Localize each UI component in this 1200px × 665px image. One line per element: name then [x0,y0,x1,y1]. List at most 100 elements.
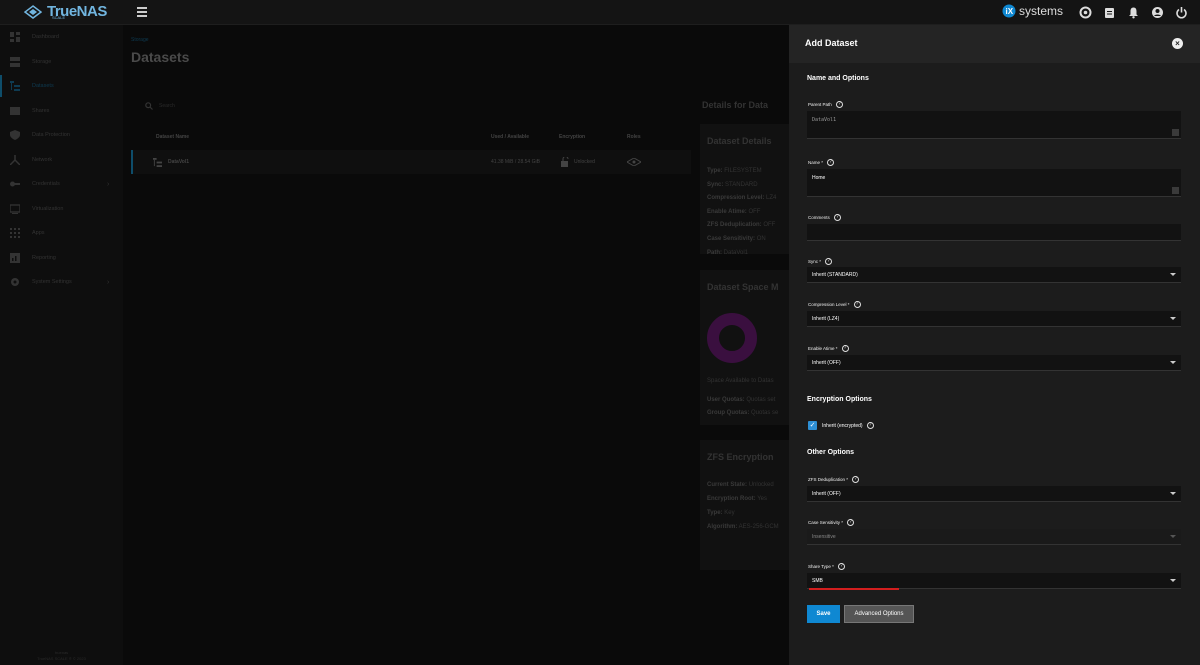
ix-systems-logo[interactable]: iX systems [1002,4,1063,18]
chevron-right-icon: › [107,180,110,188]
column-header-encryption[interactable]: Encryption [559,134,585,140]
sidebar-item-label: Apps [32,230,45,236]
sidebar-item-reporting[interactable]: Reporting [0,247,123,269]
sidebar-item-network[interactable]: Network [0,149,123,171]
column-header-name[interactable]: Dataset Name [156,134,189,140]
chevron-right-icon: › [107,278,110,286]
reporting-icon [10,253,20,263]
dropdown-arrow-icon [1170,579,1176,582]
clipboard-icon[interactable] [1103,6,1116,19]
hamburger-menu-icon[interactable] [137,7,147,17]
column-header-roles[interactable]: Roles [627,134,641,140]
top-bar: TrueNAS SCALE iX systems [0,0,1200,25]
resize-handle[interactable] [1172,129,1179,136]
bell-icon[interactable] [1127,6,1140,19]
help-icon[interactable]: ? [835,101,843,108]
dataset-tree-icon [153,158,162,167]
panel-header: Add Dataset × [789,25,1200,63]
advanced-options-button[interactable]: Advanced Options [844,605,914,623]
power-icon[interactable] [1175,6,1188,19]
compression-select[interactable]: Inherit (LZ4) [807,311,1181,327]
help-icon[interactable]: ? [866,422,874,429]
share-type-label: Share Type *? [808,563,845,570]
section-encryption-options: Encryption Options [807,396,872,403]
dropdown-arrow-icon [1170,535,1176,538]
sidebar-item-virtualization[interactable]: Virtualization [0,198,123,220]
sync-select[interactable]: Inherit (STANDARD) [807,267,1181,283]
sidebar-item-shares[interactable]: Shares [0,100,123,122]
sidebar-item-dashboard[interactable]: Dashboard [0,26,123,48]
sidebar-item-data-protection[interactable]: Data Protection [0,124,123,146]
monitor-icon [10,204,20,214]
help-icon[interactable]: ? [853,301,861,308]
card-title: Dataset Details [707,136,772,146]
footer-copyright[interactable]: TrueNAS SCALE ® © 2023 [0,656,123,662]
add-dataset-panel: Add Dataset × Name and Options Parent Pa… [789,25,1200,665]
user-quotas: User Quotas: Quotas set [707,397,776,403]
save-button[interactable]: Save [807,605,840,623]
breadcrumb[interactable]: Storage [131,37,149,43]
help-icon[interactable]: ? [833,214,841,221]
sidebar-item-storage[interactable]: Storage [0,51,123,73]
help-icon[interactable]: ? [837,563,845,570]
sidebar-item-label: Virtualization [32,206,64,212]
detail-path: Path: DataVol1 [707,250,749,256]
network-icon [10,155,20,165]
help-icon[interactable]: ? [827,159,835,166]
sidebar-item-label: Datasets [32,83,54,89]
help-icon[interactable]: ? [852,476,860,483]
truecommand-icon[interactable] [1079,6,1092,19]
storage-icon [10,57,20,67]
unlock-icon [561,157,569,167]
search-icon [145,102,153,110]
help-icon[interactable]: ? [825,258,833,265]
dedup-label: ZFS Deduplication *? [808,476,860,483]
detail-compression: Compression Level: LZ4 [707,195,777,201]
shield-icon [10,130,20,140]
inherit-encrypted-checkbox[interactable]: ✓ [808,421,817,430]
parent-path-field: DataVol1 [807,111,1181,139]
sidebar-item-datasets[interactable]: Datasets [0,75,123,97]
sidebar-item-apps[interactable]: Apps [0,222,123,244]
page-title: Datasets [131,49,190,65]
card-title: Dataset Space M [707,282,779,292]
atime-select[interactable]: Inherit (OFF) [807,355,1181,371]
dropdown-arrow-icon [1170,361,1176,364]
enc-type: Type: Key [707,510,735,516]
name-input[interactable]: Home [807,169,1181,197]
sidebar-item-system-settings[interactable]: System Settings › [0,271,123,293]
dataset-encryption: Unlocked [574,159,595,165]
inherit-encrypted-label: Inherit (encrypted)? [822,422,874,429]
close-icon[interactable]: × [1172,38,1183,49]
resize-handle[interactable] [1172,187,1179,194]
sidebar-item-label: Reporting [32,255,56,261]
gear-icon [11,278,19,286]
highlight-underline [809,588,899,590]
panel-title: Add Dataset [805,38,858,48]
sidebar-item-label: Shares [32,108,50,114]
svg-text:iX: iX [1006,7,1014,16]
dataset-details-card: Dataset Details Type: FILESYSTEM Sync: S… [700,124,790,256]
dropdown-arrow-icon [1170,273,1176,276]
shares-icon [10,107,20,115]
space-donut-chart [707,313,757,363]
sidebar-item-label: Credentials [32,181,60,187]
dedup-select[interactable]: Inherit (OFF) [807,486,1181,502]
comments-input[interactable] [807,224,1181,241]
table-row[interactable]: DataVol1 41.38 MiB / 28.54 GiB Unlocked [131,150,691,174]
enc-state: Current State: Unlocked [707,482,774,488]
sidebar-item-credentials[interactable]: Credentials › [0,173,123,195]
column-header-used[interactable]: Used / Available [491,134,529,140]
case-sensitivity-label: Case Sensitivity *? [808,519,855,526]
search-input[interactable]: Search [131,100,291,114]
space-available: Space Available to Datas [707,378,774,384]
detail-dedup: ZFS Deduplication: OFF [707,222,776,228]
help-icon[interactable]: ? [847,519,855,526]
dataset-name: DataVol1 [168,159,190,165]
truenas-logo[interactable]: TrueNAS [24,3,107,20]
card-title: ZFS Encryption [707,452,774,462]
account-icon[interactable] [1151,6,1164,19]
help-icon[interactable]: ? [841,345,849,352]
share-type-select[interactable]: SMB [807,573,1181,589]
name-label: Name *? [808,159,835,166]
